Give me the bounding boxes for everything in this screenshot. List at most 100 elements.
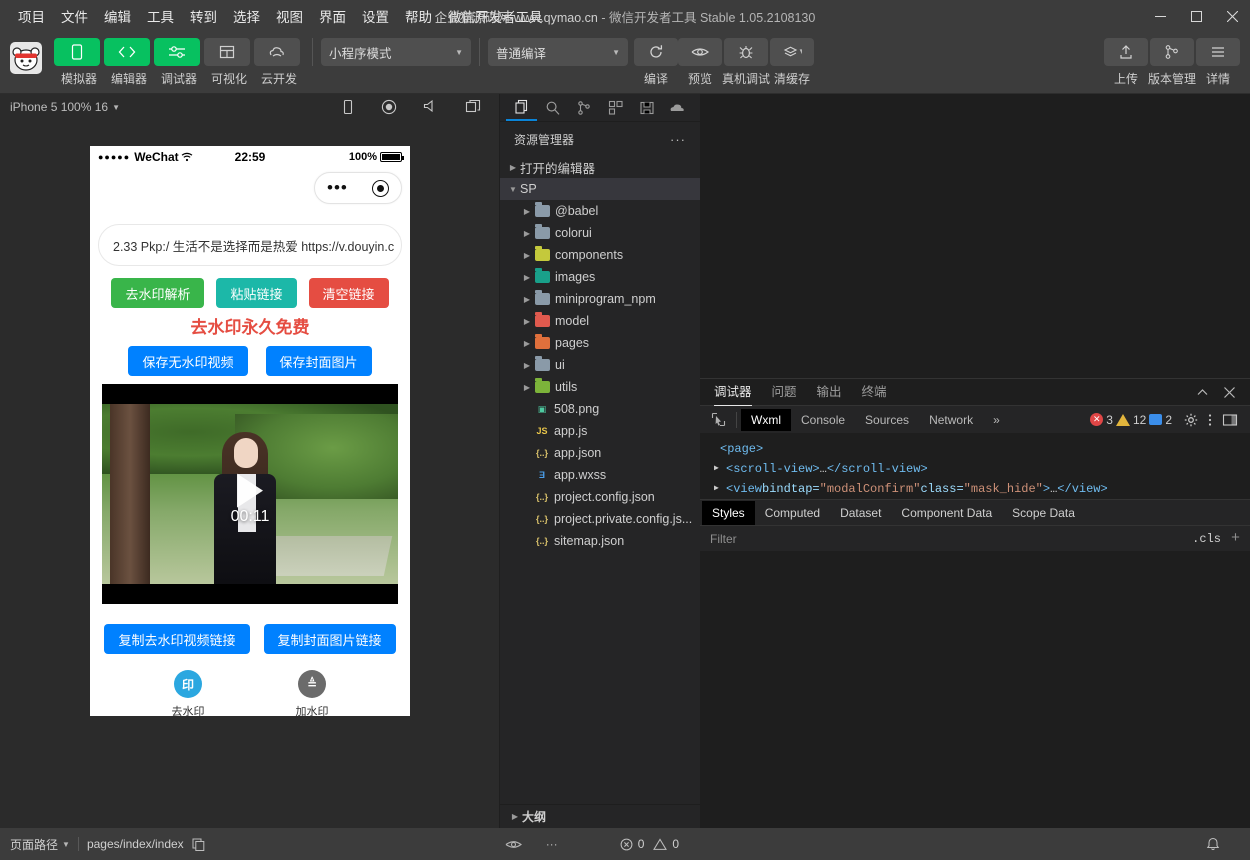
cloud-db-icon[interactable] (663, 95, 694, 121)
sttab-dataset[interactable]: Dataset (830, 501, 891, 525)
minimize-icon[interactable] (1142, 0, 1178, 32)
toolbar-btn-details[interactable]: 详情 (1196, 38, 1240, 87)
source-control-icon[interactable] (569, 95, 600, 121)
tree-row[interactable]: {..} app.json (500, 442, 700, 464)
toolbar-btn-cloud[interactable]: 云开发 (254, 38, 304, 87)
files-icon[interactable] (506, 95, 537, 121)
tree-section-open-editors[interactable]: ▶ 打开的编辑器 (500, 156, 700, 178)
target-icon[interactable] (372, 180, 389, 197)
more-vertical-icon[interactable] (1208, 413, 1212, 427)
toolbar-btn-compile[interactable]: 编译 (634, 38, 678, 87)
devtab-more[interactable]: » (983, 409, 1010, 431)
tree-row[interactable]: ▶ utils (500, 376, 700, 398)
tree-row[interactable]: ▶ @babel (500, 200, 700, 222)
search-icon[interactable] (537, 95, 568, 121)
wechat-capsule[interactable]: ••• (314, 172, 402, 204)
save-cover-button[interactable]: 保存封面图片 (266, 346, 372, 376)
capsule-menu-icon[interactable]: ••• (327, 182, 348, 194)
tree-row[interactable]: Ǝ app.wxss (500, 464, 700, 486)
toolbar-btn-realdebug[interactable]: 真机调试 (722, 38, 770, 87)
toolbar-btn-editor[interactable]: 编辑器 (104, 38, 154, 87)
sttab-component-data[interactable]: Component Data (891, 501, 1002, 525)
menu-item-7[interactable]: 界面 (311, 3, 354, 29)
link-input[interactable]: 2.33 Pkp:/ 生活不是选择而是热爱 https://v.douyin.c (98, 224, 402, 266)
toolbar-btn-debugger[interactable]: 调试器 (154, 38, 204, 87)
outline-section[interactable]: ▶ 大纲 (500, 804, 700, 828)
copy-video-link-button[interactable]: 复制去水印视频链接 (104, 624, 249, 654)
menu-item-5[interactable]: 选择 (225, 3, 268, 29)
tree-row[interactable]: ▶ colorui (500, 222, 700, 244)
devtab-wxml[interactable]: Wxml (741, 409, 791, 431)
toolbar-btn-upload[interactable]: 上传 (1104, 38, 1148, 87)
status-problem-counts[interactable]: 0 0 (620, 837, 679, 851)
copy-icon[interactable] (192, 838, 205, 851)
save-video-button[interactable]: 保存无水印视频 (128, 346, 247, 376)
add-watermark-entry[interactable]: ≜ 加水印 (296, 670, 329, 716)
menu-item-8[interactable]: 设置 (354, 3, 397, 29)
compile-select[interactable]: 普通编译 ▼ (488, 38, 628, 66)
menu-item-6[interactable]: 视图 (268, 3, 311, 29)
tree-row[interactable]: JS app.js (500, 420, 700, 442)
tab-problems[interactable]: 问题 (772, 381, 797, 404)
tree-row[interactable]: ▶ ui (500, 354, 700, 376)
tree-section-sp[interactable]: ▼ SP (500, 178, 700, 200)
tree-row[interactable]: ▶ pages (500, 332, 700, 354)
status-more-icon[interactable]: ··· (546, 837, 558, 851)
settings-icon[interactable] (1184, 413, 1198, 427)
tree-row[interactable]: ▶ images (500, 266, 700, 288)
toolbar-btn-visual[interactable]: 可视化 (204, 38, 254, 87)
play-icon[interactable] (237, 474, 263, 508)
copy-cover-link-button[interactable]: 复制封面图片链接 (264, 624, 396, 654)
close-panel-icon[interactable] (1223, 386, 1236, 399)
triangle-right-icon-2[interactable]: ▶ (714, 479, 726, 499)
tree-row[interactable]: {..} sitemap.json (500, 530, 700, 552)
dock-icon[interactable] (1222, 413, 1238, 427)
collapse-icon[interactable] (1196, 386, 1209, 399)
record-icon[interactable] (381, 99, 397, 115)
sttab-styles[interactable]: Styles (702, 501, 755, 525)
close-icon[interactable] (1214, 0, 1250, 32)
bell-icon[interactable] (1206, 837, 1220, 852)
tree-row[interactable]: ▣ 508.png (500, 398, 700, 420)
multi-window-icon[interactable] (465, 99, 481, 115)
toolbar-btn-simulator[interactable]: 模拟器 (54, 38, 104, 87)
parse-button[interactable]: 去水印解析 (111, 278, 204, 308)
menu-item-9[interactable]: 帮助 (397, 3, 440, 29)
mode-select[interactable]: 小程序模式 ▼ (321, 38, 471, 66)
inspect-element-icon[interactable] (704, 412, 732, 427)
tree-row[interactable]: ▶ miniprogram_npm (500, 288, 700, 310)
sttab-computed[interactable]: Computed (755, 501, 830, 525)
tree-row[interactable]: ▶ model (500, 310, 700, 332)
eye-icon-status[interactable] (505, 839, 522, 850)
clear-link-button[interactable]: 清空链接 (309, 278, 389, 308)
volume-icon[interactable] (423, 99, 439, 115)
wxml-tree[interactable]: <page> ▶ <scroll-view>…</scroll-view> ▶ … (700, 433, 1250, 499)
devtab-sources[interactable]: Sources (855, 409, 919, 431)
device-selector[interactable]: iPhone 5 100% 16 (10, 100, 108, 114)
devtab-network[interactable]: Network (919, 409, 983, 431)
sttab-scope-data[interactable]: Scope Data (1002, 501, 1085, 525)
toolbar-btn-clearcache[interactable]: ▼ 清缓存 (770, 38, 814, 87)
menu-item-3[interactable]: 工具 (139, 3, 182, 29)
toolbar-btn-preview[interactable]: 预览 (678, 38, 722, 87)
tree-row[interactable]: ▶ components (500, 244, 700, 266)
video-preview[interactable]: 00:11 (102, 384, 398, 604)
remove-watermark-entry[interactable]: 印 去水印 (172, 670, 205, 716)
menu-item-4[interactable]: 转到 (182, 3, 225, 29)
menu-item-2[interactable]: 编辑 (96, 3, 139, 29)
maximize-icon[interactable] (1178, 0, 1214, 32)
toolbar-btn-version[interactable]: 版本管理 (1148, 38, 1196, 87)
page-path-selector[interactable]: 页面路径 ▼ (10, 836, 70, 853)
tab-debugger[interactable]: 调试器 (714, 381, 752, 404)
editor-area[interactable] (700, 94, 1250, 378)
add-style-icon[interactable]: + (1231, 530, 1240, 547)
menu-item-0[interactable]: 项目 (10, 3, 53, 29)
tree-row[interactable]: {..} project.config.json (500, 486, 700, 508)
triangle-right-icon-1[interactable]: ▶ (714, 459, 726, 479)
extensions-icon[interactable] (600, 95, 631, 121)
save-layout-icon[interactable] (631, 95, 662, 121)
tab-output[interactable]: 输出 (817, 381, 842, 404)
tab-terminal[interactable]: 终端 (862, 381, 887, 404)
explorer-more-icon[interactable]: ··· (670, 132, 686, 147)
menu-item-1[interactable]: 文件 (53, 3, 96, 29)
